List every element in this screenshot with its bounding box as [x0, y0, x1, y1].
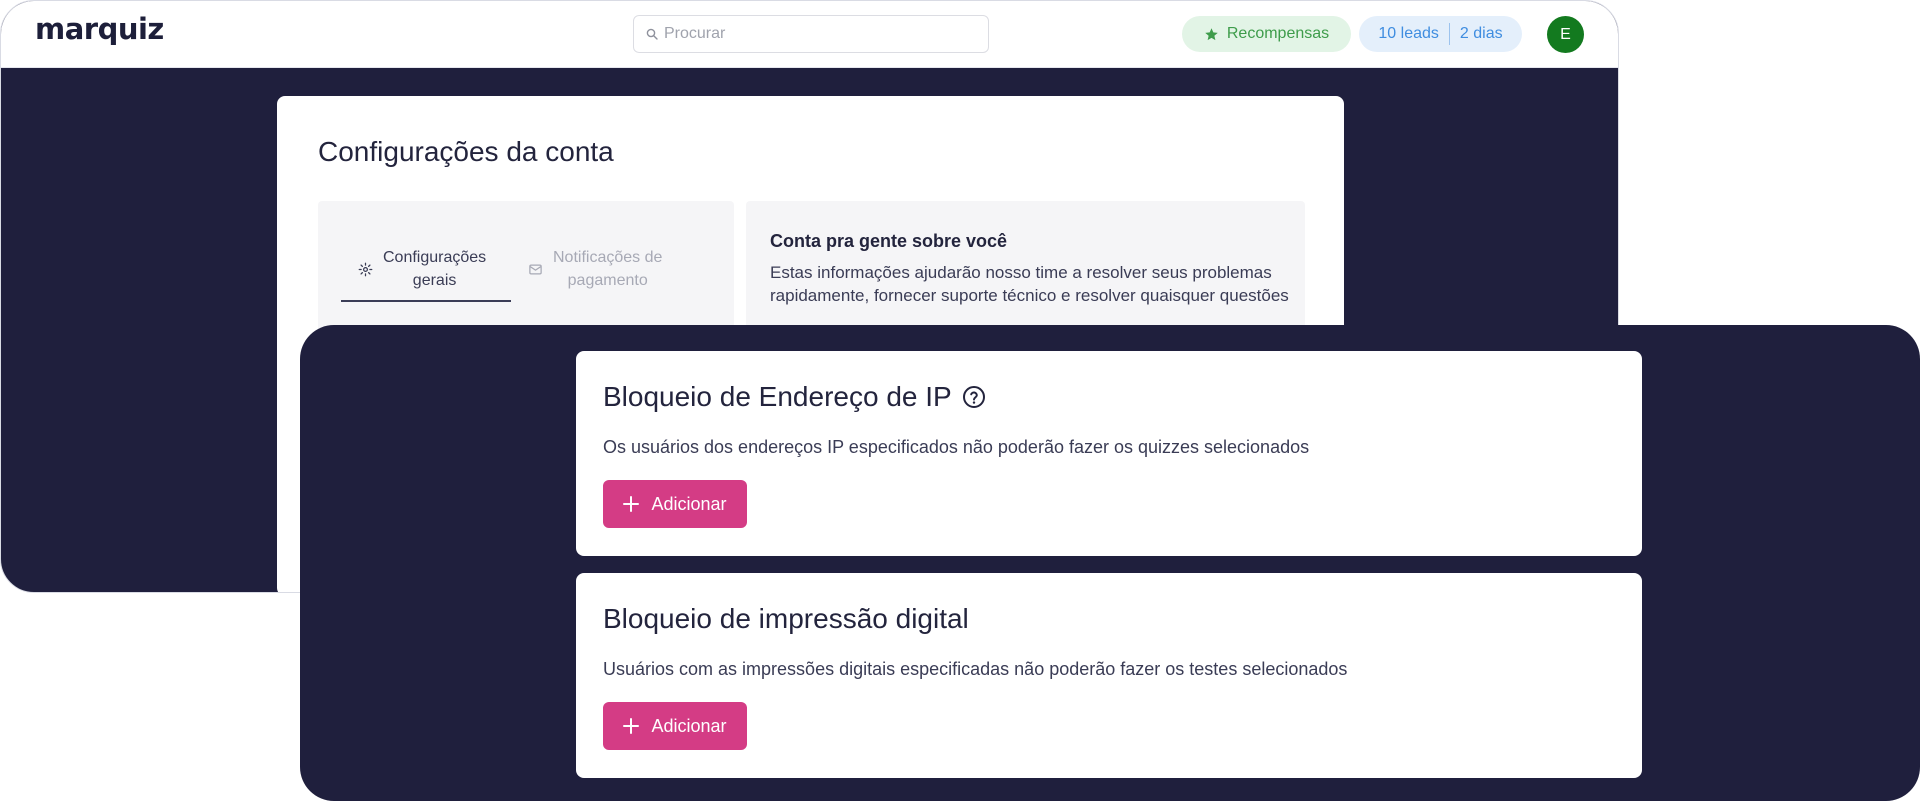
search-box[interactable]: [633, 15, 989, 53]
plan-status-pill[interactable]: 10 leads 2 dias: [1359, 16, 1522, 52]
help-circle-icon[interactable]: [962, 385, 986, 409]
search-icon: [646, 28, 658, 40]
tab-payment-notifications[interactable]: Notificações de pagamento: [528, 246, 662, 292]
tab-general-settings[interactable]: Configurações gerais: [358, 246, 486, 292]
rewards-label: Recompensas: [1226, 25, 1330, 42]
foreground-window: Bloqueio de Endereço de IP Os usuários d…: [300, 325, 1920, 801]
tab-general-label: Configurações gerais: [383, 249, 487, 289]
marquiz-logo[interactable]: marquiz: [35, 12, 164, 46]
about-you-title: Conta pra gente sobre você: [770, 231, 1008, 251]
plus-icon: [623, 718, 640, 734]
tab-payment-label: Notificações de pagamento: [553, 249, 663, 289]
envelope-icon: [529, 264, 542, 274]
fingerprint-block-title: Bloqueio de impressão digital: [603, 603, 969, 634]
search-input[interactable]: [664, 25, 964, 43]
about-you-description: Estas informações ajudarão nosso time a …: [770, 263, 1289, 305]
ip-block-title: Bloqueio de Endereço de IP: [603, 381, 986, 413]
plus-icon: [623, 496, 640, 512]
add-ip-button[interactable]: Adicionar: [603, 480, 747, 528]
fingerprint-block-card: Bloqueio de impressão digital Usuários c…: [576, 573, 1642, 778]
gear-icon: [358, 262, 373, 276]
star-icon: [1205, 27, 1218, 40]
ip-block-description: Os usuários dos endereços IP especificad…: [603, 437, 1310, 457]
pill-divider: [1448, 23, 1450, 45]
page-title: Configurações da conta: [318, 136, 614, 167]
days-remaining: 2 dias: [1459, 25, 1503, 42]
rewards-button[interactable]: Recompensas: [1182, 16, 1351, 52]
active-tab-indicator: [341, 300, 511, 302]
top-navigation-bar: marquiz Recompensas 10 leads 2 dias E: [1, 1, 1618, 68]
user-avatar[interactable]: E: [1547, 16, 1584, 53]
leads-count: 10 leads: [1378, 25, 1439, 42]
fingerprint-block-description: Usuários com as impressões digitais espe…: [603, 659, 1348, 679]
add-fingerprint-button[interactable]: Adicionar: [603, 702, 747, 750]
ip-block-card: Bloqueio de Endereço de IP Os usuários d…: [576, 351, 1642, 556]
screenshot-canvas: marquiz Recompensas 10 leads 2 dias E: [0, 0, 1920, 801]
